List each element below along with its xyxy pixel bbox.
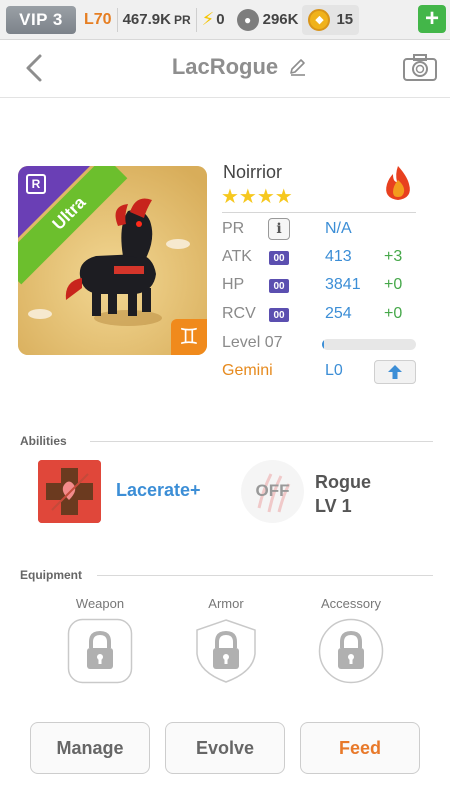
divider <box>90 441 433 442</box>
evolve-button[interactable]: Evolve <box>165 722 285 774</box>
weapon-label: Weapon <box>75 596 125 611</box>
stat-label: ATK <box>222 248 252 265</box>
equipment-heading: Equipment <box>20 568 82 582</box>
coin-counter: ◆ 15 <box>302 4 360 35</box>
energy-bolt-icon: ⚡ <box>201 9 215 29</box>
armor-label: Armor <box>208 596 244 611</box>
status-bar: VIP 3 L70 467.9K PR ⚡ 0 ● 296K ◆ 15 + <box>0 0 450 40</box>
zodiac-level: L0 <box>325 362 343 379</box>
pet-level: Level 07 <box>222 334 283 351</box>
coin-count: 15 <box>336 11 354 28</box>
food-counter: ● 296K <box>236 8 299 31</box>
stat-bonus: +0 <box>384 276 403 293</box>
stat-label: HP <box>222 276 245 293</box>
player-level: L70 <box>84 10 112 28</box>
divider <box>116 7 118 32</box>
power-rating-unit: PR <box>173 13 191 27</box>
add-currency-button[interactable]: + <box>418 5 446 33</box>
camera-icon[interactable] <box>402 52 438 82</box>
stat-bonus: +0 <box>384 305 403 322</box>
bandage-cross-icon <box>38 460 101 523</box>
info-button[interactable]: i <box>268 218 290 240</box>
level-progress-bar <box>322 339 416 350</box>
zodiac-upgrade-button[interactable] <box>374 360 416 384</box>
active-ability-name[interactable]: Lacerate+ <box>116 480 201 501</box>
stat-label: RCV <box>222 305 256 322</box>
page-title: LacRogue <box>171 54 279 79</box>
power-rating-value: 467.9K <box>122 11 171 28</box>
feed-button[interactable]: Feed <box>300 722 420 774</box>
divider <box>222 212 416 213</box>
stat-value: 254 <box>325 305 352 322</box>
armor-slot[interactable] <box>193 618 259 684</box>
rogue-passive-icon[interactable]: OFF <box>241 460 304 523</box>
divider <box>195 7 197 32</box>
stat-row-atk: ATK 00 413 +3 <box>222 244 422 272</box>
edit-pencil-icon[interactable] <box>288 57 308 77</box>
stat-tag: 00 <box>269 308 289 322</box>
up-arrow-icon <box>388 365 402 379</box>
paw-icon: ● <box>236 8 259 31</box>
accessory-label: Accessory <box>321 596 381 611</box>
accessory-slot[interactable] <box>318 618 384 684</box>
passive-state: OFF <box>255 481 290 500</box>
stat-label: PR <box>222 220 245 237</box>
gemini-zodiac-icon: ♊ <box>171 319 207 355</box>
passive-ability: Rogue LV 1 <box>315 470 371 518</box>
energy-count: 0 <box>216 11 225 28</box>
stat-tag: 00 <box>269 279 289 293</box>
page-header: LacRogue <box>0 40 450 98</box>
stat-row-rcv: RCV 00 254 +0 <box>222 301 422 329</box>
abilities-heading: Abilities <box>20 434 67 448</box>
vip-badge[interactable]: VIP 3 <box>6 5 76 34</box>
food-count: 296K <box>262 11 299 28</box>
passive-ability-level: LV 1 <box>315 496 352 516</box>
divider <box>97 575 433 576</box>
manage-button[interactable]: Manage <box>30 722 150 774</box>
stat-value: 413 <box>325 248 352 265</box>
level-row: Level 07 <box>222 330 422 358</box>
fire-element-icon <box>386 166 410 200</box>
zodiac-row: Gemini L0 <box>222 358 422 386</box>
weapon-slot[interactable] <box>67 618 133 684</box>
stat-row-hp: HP 00 3841 +0 <box>222 272 422 300</box>
stat-bonus: +3 <box>384 248 403 265</box>
coin-icon: ◆ <box>308 8 331 31</box>
passive-ability-name: Rogue <box>315 472 371 492</box>
stat-row-pr: PR i N/A <box>222 216 422 244</box>
zodiac-name[interactable]: Gemini <box>222 362 273 380</box>
rarity-badge: R <box>26 174 46 194</box>
level-progress-fill <box>322 339 324 350</box>
stat-tag: 00 <box>269 251 289 265</box>
stat-value: N/A <box>325 220 352 237</box>
pet-name: Noirrior <box>223 162 283 182</box>
stat-value: 3841 <box>325 276 361 293</box>
player-power-rating: 467.9K PR <box>123 11 191 28</box>
lacerate-ability-icon[interactable] <box>38 460 101 523</box>
pet-portrait[interactable]: R Ultra ♊ <box>18 166 207 355</box>
star-rating: ★★★★ <box>221 186 293 208</box>
